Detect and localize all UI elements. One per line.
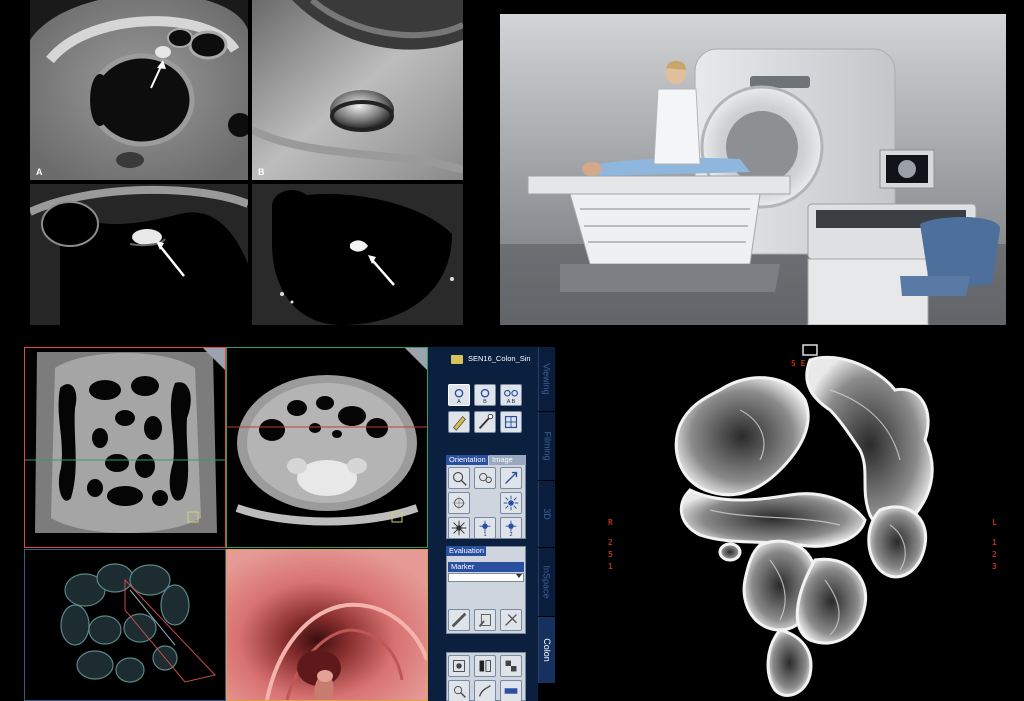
orientation-right-l: L — [992, 518, 997, 527]
orientation-top-label: S E — [791, 359, 806, 368]
marker-selector[interactable]: Marker — [448, 562, 524, 572]
viewer-tool-panel: SEN16_Colon_Sin A B A B Orientation Imag… — [428, 347, 538, 701]
orientation-right-3: 3 — [992, 562, 997, 571]
layout-b-label: B — [483, 399, 487, 405]
step-2-label: 2 — [509, 532, 512, 538]
panel-label-b: B — [258, 167, 265, 177]
bottom-tool-4-button[interactable] — [448, 680, 470, 701]
bottom-tool-6-button[interactable] — [500, 680, 522, 701]
evaluation-header: Evaluation — [446, 546, 486, 556]
eval-delete-button[interactable] — [500, 609, 522, 631]
orientation-left-5: 5 — [608, 550, 613, 559]
orientation-zoom-button[interactable] — [500, 467, 522, 489]
eval-line-button[interactable] — [448, 609, 470, 631]
tab-colon[interactable]: Colon — [538, 617, 555, 683]
tab-viewing-label: Viewing — [542, 363, 553, 395]
orientation-cursor-button[interactable] — [448, 467, 470, 489]
viewer-coronal-view[interactable] — [24, 347, 226, 548]
orientation-flythrough-button[interactable] — [474, 467, 496, 489]
layout-ab-button[interactable]: A B — [500, 384, 522, 406]
orientation-left-r: R — [608, 518, 613, 527]
bottom-tool-1-button[interactable] — [448, 655, 470, 677]
tab-filming-label: Filming — [542, 431, 553, 461]
colon-volume-render: S E R 2 5 1 L 1 2 3 — [560, 330, 1024, 701]
ct-panel-c-axial-contrast — [30, 184, 248, 325]
grid-layout-button[interactable] — [500, 411, 522, 433]
orientation-light-button[interactable] — [500, 492, 522, 514]
layout-b-button[interactable]: B — [474, 384, 496, 406]
tab-inspace[interactable]: InSpace — [538, 548, 555, 616]
orientation-right-1: 1 — [992, 538, 997, 547]
chevron-down-icon — [516, 574, 522, 578]
layout-a-label: A — [457, 399, 461, 405]
panel-label-a: A — [36, 167, 43, 177]
tab-viewing[interactable]: Viewing — [538, 347, 555, 411]
folder-icon — [451, 355, 463, 364]
brush-tool-button[interactable] — [474, 411, 496, 433]
orientation-left-2: 2 — [608, 538, 613, 547]
orientation-step-1-button[interactable]: 1 — [474, 517, 496, 539]
tab-colon-label: Colon — [542, 638, 553, 662]
step-1-label: 1 — [483, 532, 486, 538]
tab-inspace-label: InSpace — [542, 565, 552, 599]
viewer-3d-overview[interactable] — [24, 549, 226, 701]
layout-ab-label: A B — [507, 399, 516, 405]
tab-filming[interactable]: Filming — [538, 412, 555, 480]
viewer-endoluminal-view[interactable] — [226, 549, 428, 701]
bottom-tool-2-button[interactable] — [474, 655, 496, 677]
eval-measure-button[interactable] — [474, 609, 496, 631]
viewer-axial-view[interactable] — [226, 347, 428, 548]
bottom-tool-3-button[interactable] — [500, 655, 522, 677]
tab-orientation[interactable]: Orientation — [446, 455, 488, 465]
bottom-tool-5-button[interactable] — [474, 680, 496, 701]
orientation-left-1: 1 — [608, 562, 613, 571]
tab-3d[interactable]: 3D — [538, 481, 555, 547]
pen-tool-button[interactable] — [448, 411, 470, 433]
ct-scanner-photo — [500, 14, 1006, 325]
orientation-burst-button[interactable] — [448, 517, 470, 539]
ct-panel-d-axial-contrast — [252, 184, 463, 325]
tab-3d-label: 3D — [541, 508, 552, 520]
marker-dropdown[interactable] — [448, 573, 524, 582]
series-name: SEN16_Colon_Sin — [468, 354, 531, 363]
orientation-rotate-button[interactable] — [448, 492, 470, 514]
tab-image[interactable]: Image — [489, 455, 526, 465]
ct-panel-a-axial: A — [30, 0, 248, 180]
layout-a-button[interactable]: A — [448, 384, 470, 406]
orientation-step-2-button[interactable]: 2 — [500, 517, 522, 539]
ct-panel-b-virtual-colonoscopy: B — [252, 0, 463, 180]
orientation-right-2: 2 — [992, 550, 997, 559]
